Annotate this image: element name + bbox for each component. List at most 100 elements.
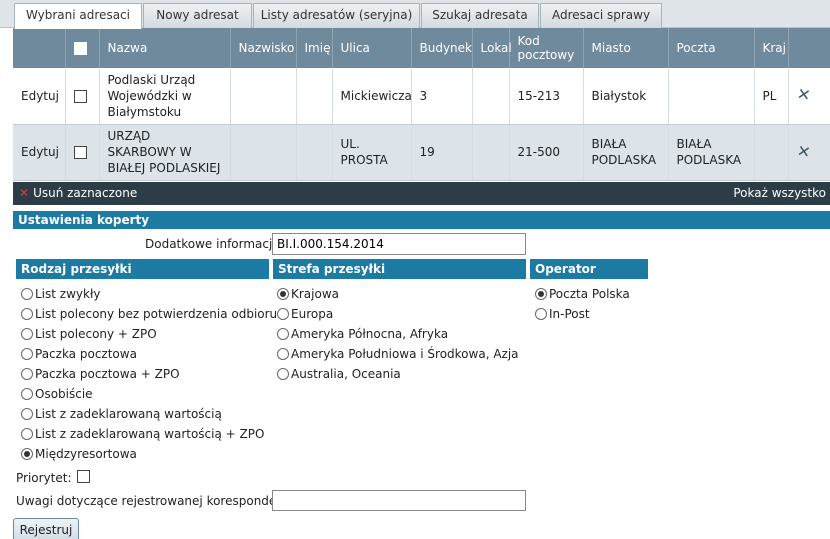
row-checkbox[interactable]	[73, 146, 87, 159]
radio-label: List polecony + ZPO	[35, 327, 157, 341]
edit-link[interactable]: Edytuj	[21, 145, 59, 159]
radio-button[interactable]	[277, 368, 289, 380]
postal-operator-heading: Operator pocztowy	[530, 259, 648, 296]
radio-list-polecony-zpo[interactable]: List polecony + ZPO	[21, 327, 157, 341]
tab-new-addressee[interactable]: Nowy adresat	[143, 3, 252, 28]
radio-paczka-zpo[interactable]: Paczka pocztowa + ZPO	[21, 367, 180, 381]
radio-label: List z zadeklarowaną wartością + ZPO	[35, 427, 265, 441]
additional-info-input[interactable]	[272, 233, 526, 255]
delete-row-icon[interactable]: ✕	[795, 140, 812, 161]
radio-label: List z zadeklarowaną wartością	[35, 407, 222, 421]
delete-selected-button[interactable]: ✕ Usuń zaznaczone	[19, 182, 137, 205]
header-nazwisko[interactable]: Nazwisko	[230, 28, 297, 68]
table-row: Edytuj URZĄD SKARBOWY W BIAŁEJ PODLASKIE…	[13, 124, 830, 181]
addressee-table-wrapper: Nazwa Nazwisko Imię Ulica Budynek Lokal …	[13, 28, 830, 181]
radio-krajowa[interactable]: Krajowa	[277, 287, 339, 301]
header-ulica[interactable]: Ulica	[332, 28, 412, 68]
cell-kraj: PL	[754, 68, 789, 125]
radio-button[interactable]	[21, 408, 33, 420]
radio-australia[interactable]: Australia, Oceania	[277, 367, 401, 381]
radio-miedzyresortowa[interactable]: Międzyresortowa	[21, 447, 137, 461]
table-header-row: Nazwa Nazwisko Imię Ulica Budynek Lokal …	[13, 28, 830, 68]
header-nazwa[interactable]: Nazwa	[99, 28, 231, 68]
radio-label: Międzyresortowa	[35, 447, 137, 461]
header-imie[interactable]: Imię	[296, 28, 333, 68]
radio-europa[interactable]: Europa	[277, 307, 333, 321]
tab-selected-addressees[interactable]: Wybrani adresaci	[14, 3, 142, 29]
cell-kod: 21-500	[509, 124, 584, 181]
header-budynek[interactable]: Budynek	[411, 28, 473, 68]
tab-case-addressees[interactable]: Adresaci sprawy	[540, 3, 662, 28]
radio-button[interactable]	[535, 288, 547, 300]
radio-button[interactable]	[21, 288, 33, 300]
tab-bar: Wybrani adresaci Nowy adresat Listy adre…	[0, 0, 830, 29]
delete-selected-label: Usuń zaznaczone	[33, 186, 138, 200]
notes-input[interactable]	[272, 490, 526, 511]
delete-icon: ✕	[19, 186, 30, 200]
envelope-settings-heading: Ustawienia koperty	[13, 211, 830, 229]
radio-osobiscie[interactable]: Osobiście	[21, 387, 93, 401]
radio-button[interactable]	[277, 308, 289, 320]
radio-paczka[interactable]: Paczka pocztowa	[21, 347, 137, 361]
cell-budynek: 19	[411, 124, 473, 181]
tab-address-lists[interactable]: Listy adresatów (seryjna)	[253, 3, 420, 28]
cell-budynek: 3	[411, 68, 473, 125]
table-row: Edytuj Podlaski Urząd Wojewódzki w Biały…	[13, 68, 830, 125]
cell-nazwa: URZĄD SKARBOWY W BIAŁEJ PODLASKIEJ	[99, 124, 231, 181]
radio-button[interactable]	[21, 448, 33, 460]
cell-kod: 15-213	[509, 68, 584, 125]
tab-search-addressee[interactable]: Szukaj adresata	[421, 3, 539, 28]
header-kraj[interactable]: Kraj	[754, 28, 789, 68]
header-lokal[interactable]: Lokal	[472, 28, 512, 68]
radio-button[interactable]	[21, 388, 33, 400]
radio-label: Poczta Polska	[549, 287, 630, 301]
select-all-checkbox[interactable]	[73, 42, 87, 55]
show-all-link[interactable]: Pokaż wszystko	[733, 182, 826, 205]
radio-button[interactable]	[535, 308, 547, 320]
radio-button[interactable]	[21, 428, 33, 440]
radio-poczta-polska[interactable]: Poczta Polska	[535, 287, 630, 301]
radio-button[interactable]	[21, 308, 33, 320]
shipment-type-heading: Rodzaj przesyłki	[16, 259, 269, 279]
radio-button[interactable]	[21, 368, 33, 380]
addressee-table: Nazwa Nazwisko Imię Ulica Budynek Lokal …	[13, 28, 830, 181]
radio-ameryka-pd-azja[interactable]: Ameryka Południowa i Środkowa, Azja	[277, 347, 519, 361]
shipment-zone-heading: Strefa przesyłki	[273, 259, 526, 279]
delete-row-icon[interactable]: ✕	[795, 84, 812, 105]
radio-label: Ameryka Północna, Afryka	[291, 327, 449, 341]
register-button[interactable]: Rejestruj	[13, 518, 79, 539]
radio-button[interactable]	[21, 348, 33, 360]
radio-button[interactable]	[277, 288, 289, 300]
radio-label: List polecony bez potwierdzenia odbioru	[35, 307, 278, 321]
radio-label: Europa	[291, 307, 334, 321]
radio-list-zwykly[interactable]: List zwykły	[21, 287, 100, 301]
cell-nazwa: Podlaski Urząd Wojewódzki w Białymstoku	[99, 68, 231, 125]
radio-label: Australia, Oceania	[291, 367, 401, 381]
cell-imie	[296, 68, 333, 125]
header-poczta[interactable]: Poczta	[668, 28, 755, 68]
header-kod[interactable]: Kod pocztowy	[509, 28, 584, 68]
header-select-all	[65, 28, 100, 68]
edit-link[interactable]: Edytuj	[21, 89, 59, 103]
radio-list-wartosc[interactable]: List z zadeklarowaną wartością	[21, 407, 222, 421]
radio-in-post[interactable]: In-Post	[535, 307, 590, 321]
radio-label: Paczka pocztowa	[35, 347, 137, 361]
radio-button[interactable]	[277, 348, 289, 360]
priority-checkbox[interactable]	[77, 470, 90, 483]
radio-list-polecony[interactable]: List polecony bez potwierdzenia odbioru	[21, 307, 277, 321]
header-miasto[interactable]: Miasto	[583, 28, 669, 68]
radio-button[interactable]	[21, 328, 33, 340]
cell-nazwisko	[230, 124, 297, 181]
cell-nazwisko	[230, 68, 297, 125]
radio-label: Paczka pocztowa + ZPO	[35, 367, 180, 381]
cell-imie	[296, 124, 333, 181]
cell-poczta	[668, 68, 755, 125]
radio-ameryka-pn-afryka[interactable]: Ameryka Północna, Afryka	[277, 327, 448, 341]
radio-label: In-Post	[549, 307, 590, 321]
radio-label: List zwykły	[35, 287, 101, 301]
row-checkbox[interactable]	[73, 89, 87, 103]
radio-list-wartosc-zpo[interactable]: List z zadeklarowaną wartością + ZPO	[21, 427, 264, 441]
radio-button[interactable]	[277, 328, 289, 340]
notes-label: Uwagi dotyczące rejestrowanej koresponde…	[16, 494, 302, 508]
priority-label: Priorytet:	[16, 471, 72, 485]
